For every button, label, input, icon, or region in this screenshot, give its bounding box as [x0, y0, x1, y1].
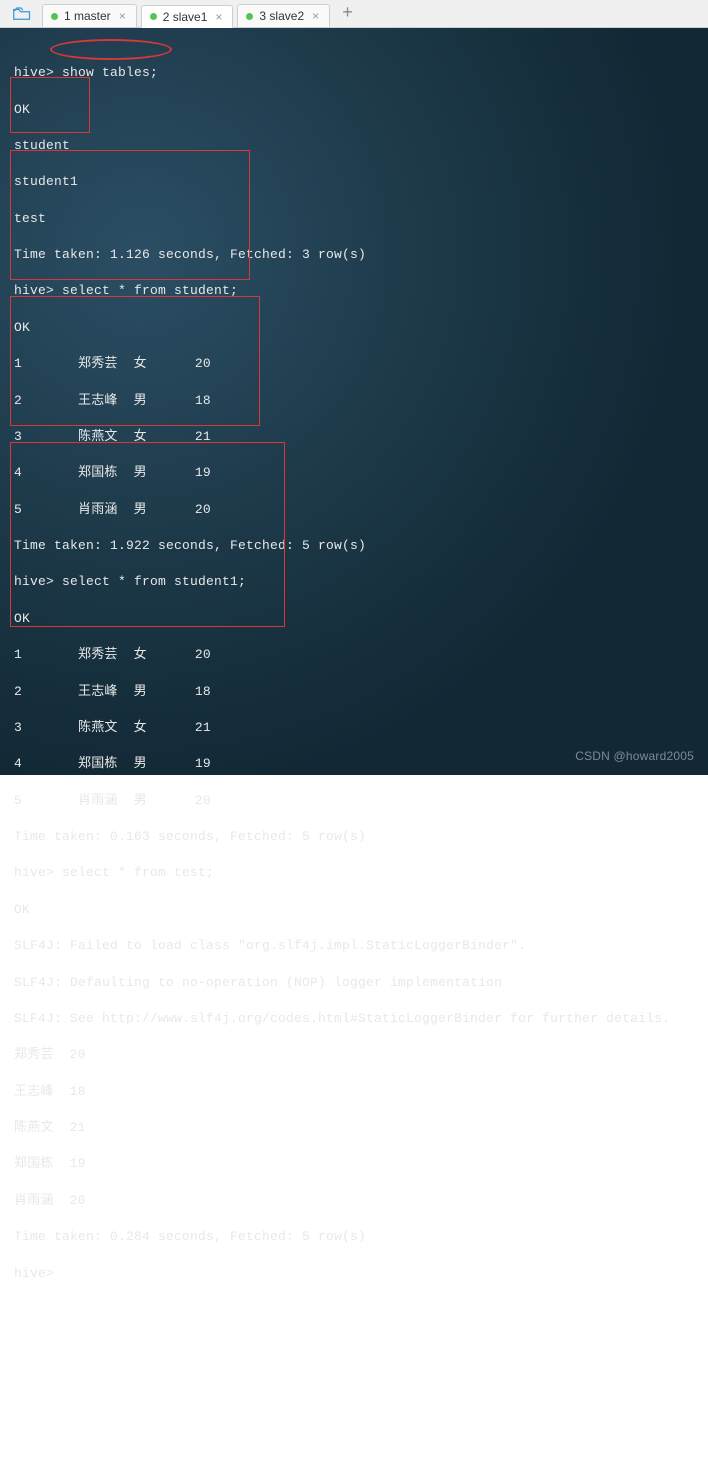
- prompt-line: hive> select * from test;: [14, 864, 694, 882]
- table-row: 郑秀芸 20: [14, 1046, 694, 1064]
- open-folder-button[interactable]: [4, 0, 40, 27]
- output-line: Time taken: 0.284 seconds, Fetched: 5 ro…: [14, 1228, 694, 1246]
- output-line: OK: [14, 901, 694, 919]
- status-dot-icon: [150, 13, 157, 20]
- output-line: Time taken: 1.922 seconds, Fetched: 5 ro…: [14, 537, 694, 555]
- prompt-line: hive>: [14, 1265, 694, 1283]
- table-row: 肖雨涵 20: [14, 1192, 694, 1210]
- tab-3-slave2[interactable]: 3 slave2 ×: [237, 4, 330, 27]
- table-row: 4 郑国栋 男 19: [14, 464, 694, 482]
- table-row: 1 郑秀芸 女 20: [14, 355, 694, 373]
- table-row: 1 郑秀芸 女 20: [14, 646, 694, 664]
- table-row: 王志峰 18: [14, 1083, 694, 1101]
- output-line: SLF4J: Failed to load class "org.slf4j.i…: [14, 937, 694, 955]
- table-row: student1: [14, 173, 694, 191]
- output-line: OK: [14, 610, 694, 628]
- prompt-line: hive> show tables;: [14, 64, 694, 82]
- output-line: OK: [14, 101, 694, 119]
- output-line: OK: [14, 319, 694, 337]
- close-icon[interactable]: ×: [213, 10, 224, 24]
- output-line: SLF4J: Defaulting to no-operation (NOP) …: [14, 974, 694, 992]
- prompt-line: hive> select * from student;: [14, 282, 694, 300]
- status-dot-icon: [51, 13, 58, 20]
- tab-2-slave1[interactable]: 2 slave1 ×: [141, 5, 234, 28]
- add-tab-button[interactable]: +: [332, 0, 363, 27]
- output-line: Time taken: 1.126 seconds, Fetched: 3 ro…: [14, 246, 694, 264]
- table-row: 5 肖雨涵 男 20: [14, 501, 694, 519]
- annotation-ellipse: [50, 39, 172, 60]
- close-icon[interactable]: ×: [117, 9, 128, 23]
- folder-icon: [13, 7, 31, 21]
- tab-1-master[interactable]: 1 master ×: [42, 4, 137, 27]
- table-row: 2 王志峰 男 18: [14, 683, 694, 701]
- table-row: 郑国栋 19: [14, 1155, 694, 1173]
- tab-label: 2 slave1: [163, 10, 208, 24]
- output-line: Time taken: 0.163 seconds, Fetched: 5 ro…: [14, 828, 694, 846]
- watermark: CSDN @howard2005: [575, 748, 694, 765]
- table-row: student: [14, 137, 694, 155]
- output-line: SLF4J: See http://www.slf4j.org/codes.ht…: [14, 1010, 694, 1028]
- prompt-line: hive> select * from student1;: [14, 573, 694, 591]
- table-row: 3 陈燕文 女 21: [14, 428, 694, 446]
- table-row: 5 肖雨涵 男 20: [14, 792, 694, 810]
- table-row: 陈燕文 21: [14, 1119, 694, 1137]
- table-row: 3 陈燕文 女 21: [14, 719, 694, 737]
- close-icon[interactable]: ×: [310, 9, 321, 23]
- terminal-output[interactable]: hive> show tables; OK student student1 t…: [0, 28, 708, 775]
- tab-label: 1 master: [64, 9, 111, 23]
- status-dot-icon: [246, 13, 253, 20]
- table-row: 2 王志峰 男 18: [14, 392, 694, 410]
- tab-bar: 1 master × 2 slave1 × 3 slave2 × +: [0, 0, 708, 28]
- table-row: test: [14, 210, 694, 228]
- tab-label: 3 slave2: [259, 9, 304, 23]
